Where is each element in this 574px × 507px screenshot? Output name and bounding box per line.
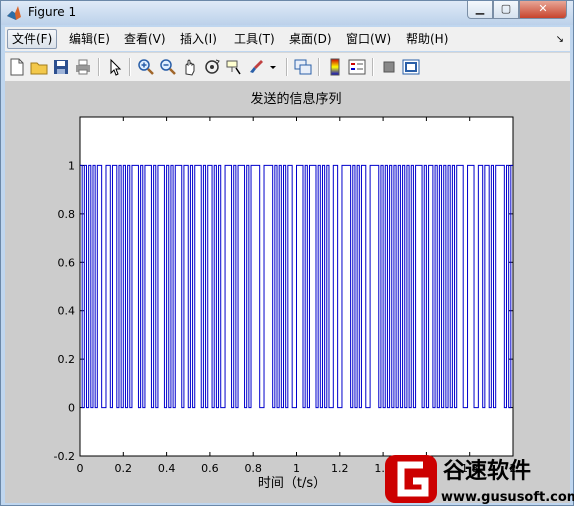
toolbar-separator xyxy=(129,58,131,76)
y-tick-label: -0.2 xyxy=(54,450,75,463)
gususoft-watermark: 谷速软件 www.gususoft.com xyxy=(385,455,574,505)
toolbar-separator xyxy=(318,58,320,76)
x-tick-label: 0.2 xyxy=(115,462,133,475)
menu-view[interactable]: 查看(V) xyxy=(120,30,170,48)
toolbar-separator xyxy=(286,58,288,76)
x-tick-label: 0.8 xyxy=(244,462,262,475)
y-tick-label: 0.4 xyxy=(58,305,76,318)
menu-window[interactable]: 窗口(W) xyxy=(342,30,395,48)
y-tick-label: 0.2 xyxy=(58,353,76,366)
matlab-logo-icon xyxy=(7,6,21,20)
menu-edit[interactable]: 编辑(E) xyxy=(65,30,114,48)
window-title: Figure 1 xyxy=(28,5,77,19)
menu-help[interactable]: 帮助(H) xyxy=(402,30,452,48)
open-file-icon[interactable] xyxy=(29,57,49,77)
x-tick-label: 0.4 xyxy=(158,462,176,475)
menu-insert[interactable]: 插入(I) xyxy=(176,30,221,48)
maximize-button[interactable]: ▢ xyxy=(493,1,519,19)
y-tick-label: 0 xyxy=(68,402,75,415)
pointer-icon[interactable] xyxy=(105,57,125,77)
brush-icon[interactable] xyxy=(246,57,266,77)
watermark-brand: 谷速软件 xyxy=(443,458,531,484)
y-tick-label: 1 xyxy=(68,159,75,172)
save-icon[interactable] xyxy=(51,57,71,77)
toolbar-separator xyxy=(372,58,374,76)
brush-dropdown-icon[interactable] xyxy=(267,57,279,77)
close-button[interactable]: ✕ xyxy=(519,1,567,19)
data-cursor-icon[interactable] xyxy=(224,57,244,77)
y-tick-label: 0.6 xyxy=(58,256,76,269)
figure-toolbar xyxy=(5,52,570,82)
x-tick-label: 0 xyxy=(77,462,84,475)
legend-icon[interactable] xyxy=(347,57,367,77)
colorbar-icon[interactable] xyxy=(325,57,345,77)
plot-axes[interactable]: 发送的信息序列 -0.200.20.40.60.81 0 0.2 0.4 0.6 0.8… xyxy=(5,81,570,503)
toolbar-separator xyxy=(98,58,100,76)
x-tick-label: 1 xyxy=(293,462,300,475)
figure-canvas: 发送的信息序列 -0.2 0 0.2 0.4 0.6 0.8 1 0 0.2 0.4 0.6 0.8… xyxy=(5,81,570,503)
pan-icon[interactable] xyxy=(180,57,200,77)
show-plot-tools-icon[interactable] xyxy=(401,57,421,77)
print-icon[interactable] xyxy=(73,57,93,77)
zoom-out-icon[interactable] xyxy=(158,57,178,77)
hide-plot-tools-icon[interactable] xyxy=(379,57,399,77)
zoom-in-icon[interactable] xyxy=(136,57,156,77)
x-axis-label: 时间（t/s） xyxy=(258,476,326,491)
menu-overflow-icon[interactable]: ↘ xyxy=(556,34,564,45)
title-bar[interactable]: Figure 1 ▁ ▢ ✕ xyxy=(1,1,573,25)
figure-window: Figure 1 ▁ ▢ ✕ 文件(F) 编辑(E) 查看(V) 插入(I) 工… xyxy=(0,0,574,506)
menu-file[interactable]: 文件(F) xyxy=(7,29,58,49)
x-tick-label: 1.2 xyxy=(331,462,349,475)
menu-tools[interactable]: 工具(T) xyxy=(230,30,279,48)
watermark-url: www.gususoft.com xyxy=(441,490,574,505)
signal-series-line xyxy=(80,164,513,409)
menu-bar: 文件(F) 编辑(E) 查看(V) 插入(I) 工具(T) 桌面(D) 窗口(W… xyxy=(5,27,570,51)
menu-desktop[interactable]: 桌面(D) xyxy=(285,30,336,48)
y-tick-label: 0.8 xyxy=(58,208,76,221)
link-plot-icon[interactable] xyxy=(293,57,313,77)
new-figure-icon[interactable] xyxy=(7,57,27,77)
chart-title: 发送的信息序列 xyxy=(250,91,341,107)
minimize-button[interactable]: ▁ xyxy=(467,1,493,19)
rotate-3d-icon[interactable] xyxy=(202,57,222,77)
x-tick-label: 0.6 xyxy=(201,462,219,475)
